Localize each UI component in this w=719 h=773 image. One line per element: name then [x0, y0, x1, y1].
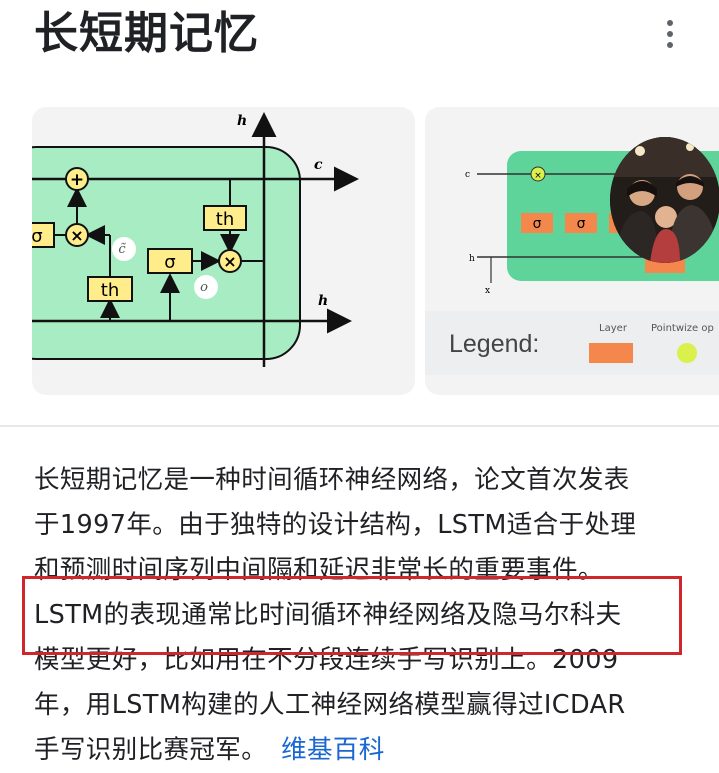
times-op-label: ×: [223, 252, 236, 271]
sigma-layer-label: σ: [164, 252, 175, 273]
description-line: 手写识别比赛冠军。: [34, 735, 268, 765]
legend-title: Legend:: [449, 330, 539, 358]
legend-op-label: Pointwize op: [651, 323, 714, 334]
x-in-label: x: [485, 286, 490, 296]
h-out-label: h: [318, 293, 328, 309]
c-tilde-label: c̃: [118, 242, 126, 257]
wikipedia-source-link[interactable]: 维基百科: [281, 735, 385, 765]
c-in-label: c: [465, 170, 470, 180]
section-divider: [0, 425, 719, 427]
h-in-label: h: [469, 254, 475, 264]
tanh-layer-label: th: [101, 280, 119, 301]
c-out-label: c: [314, 157, 323, 173]
legend-layer-label: Layer: [599, 323, 628, 334]
page-title: 长短期记忆: [34, 8, 259, 59]
legend-layer-swatch: [589, 343, 633, 363]
h-top-label: h: [237, 113, 247, 129]
highlight-box: [22, 576, 682, 655]
layer-sigma-label: σ: [577, 216, 586, 232]
description-line: 于1997年。由于独特的设计结构，LSTM适合于处理: [34, 510, 637, 540]
times-op-label: ×: [70, 226, 83, 245]
plus-op-label: +: [70, 170, 84, 190]
description-line: 年，用LSTM构建的人工神经网络模型赢得过ICDAR: [34, 690, 626, 720]
more-dot: [667, 42, 673, 48]
more-dot: [667, 20, 673, 26]
description-line-last: 手写识别比赛冠军。 维基百科: [34, 728, 684, 773]
legend-op-swatch: [677, 343, 697, 363]
tanh-layer-label: th: [216, 209, 234, 230]
description-line: 长短期记忆是一种时间循环神经网络，论文首次发表: [34, 465, 630, 495]
layer-sigma-label: σ: [533, 216, 542, 232]
image-carousel[interactable]: + × × th th σ σ c̃ o h c h × σ σ c h x L…: [32, 107, 719, 395]
profile-photo-icon: [610, 137, 719, 263]
profile-photo-avatar[interactable]: [610, 137, 719, 263]
more-dot: [667, 31, 673, 37]
lstm-cell-diagram-image[interactable]: + × × th th σ σ c̃ o h c h: [32, 107, 415, 395]
sigma-layer-label: σ: [32, 226, 43, 247]
more-options-icon[interactable]: [652, 14, 688, 54]
lstm-cell-diagram: + × × th th σ σ c̃ o h c h: [32, 112, 359, 367]
o-gate-label: o: [200, 280, 208, 295]
op-times-label: ×: [534, 171, 542, 181]
